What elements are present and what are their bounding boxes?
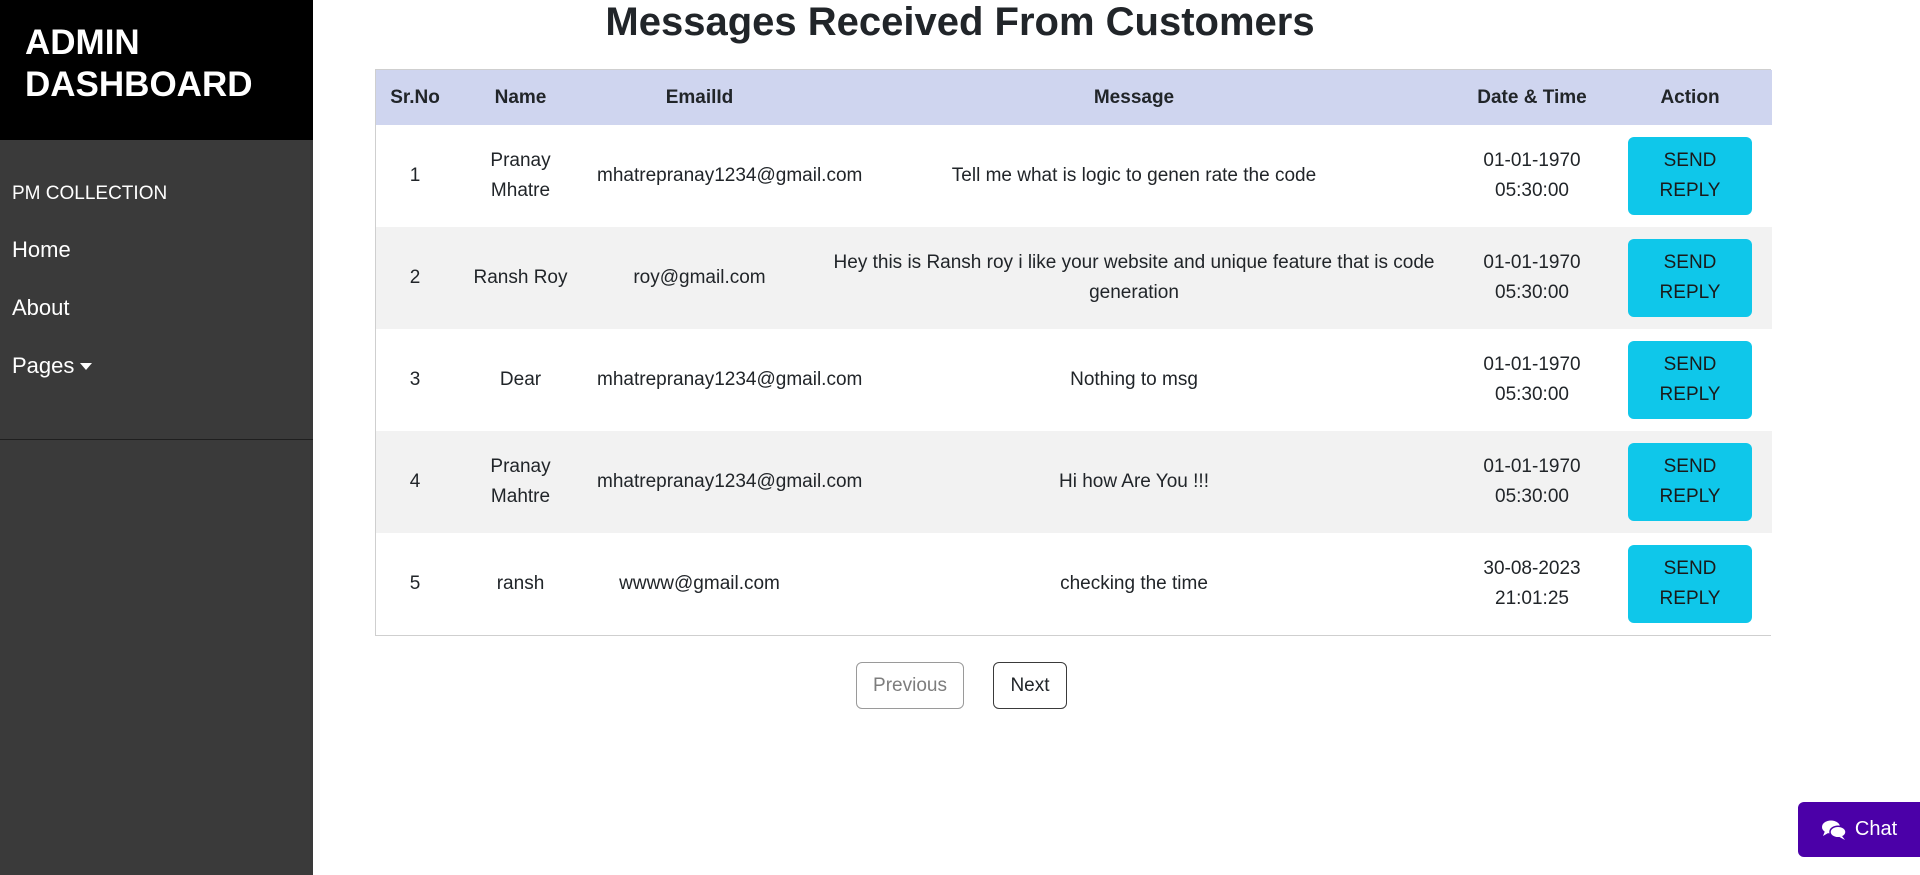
messages-table-container: Sr.No Name EmailId Message Date & Time A… bbox=[375, 69, 1772, 636]
sidebar: ADMIN DASHBOARD PM COLLECTION Home About… bbox=[0, 0, 313, 875]
send-reply-label-2: REPLY bbox=[1659, 282, 1721, 303]
send-reply-button[interactable]: SEND REPLY bbox=[1628, 137, 1752, 215]
cell-email: roy@gmail.com bbox=[633, 267, 766, 288]
cell-datetime: 30-08-2023 21:01:25 bbox=[1456, 533, 1608, 635]
chat-button[interactable]: Chat bbox=[1798, 802, 1920, 857]
column-header-datetime: Date & Time bbox=[1477, 86, 1587, 108]
main-content: Messages Received From Customers Sr.No N… bbox=[313, 0, 1920, 875]
cell-srno: 1 bbox=[409, 165, 421, 186]
chat-label: Chat bbox=[1854, 818, 1898, 840]
send-reply-button[interactable]: SEND REPLY bbox=[1628, 239, 1752, 317]
cell-time: 05:30:00 bbox=[1495, 486, 1569, 507]
cell-date: 01-01-1970 bbox=[1483, 456, 1581, 477]
sidebar-item-label: Home bbox=[12, 237, 71, 262]
cell-time: 05:30:00 bbox=[1495, 282, 1569, 303]
send-reply-label-1: SEND bbox=[1663, 558, 1717, 579]
send-reply-button[interactable]: SEND REPLY bbox=[1628, 341, 1752, 419]
send-reply-label-2: REPLY bbox=[1659, 486, 1721, 507]
cell-email: mhatrepranay1234@gmail.com bbox=[597, 165, 863, 186]
cell-message: checking the time bbox=[1060, 573, 1208, 594]
brand-line-2: DASHBOARD bbox=[25, 65, 253, 104]
cell-action: SEND REPLY bbox=[1608, 125, 1772, 227]
cell-message: Hey this is Ransh roy i like your websit… bbox=[833, 252, 1435, 303]
cell-message: Tell me what is logic to genen rate the … bbox=[951, 165, 1317, 186]
cell-name: Pranay Mhatre bbox=[490, 150, 551, 201]
send-reply-button[interactable]: SEND REPLY bbox=[1628, 545, 1752, 623]
send-reply-label-2: REPLY bbox=[1659, 180, 1721, 201]
cell-srno: 2 bbox=[409, 267, 421, 288]
send-reply-label-1: SEND bbox=[1663, 456, 1717, 477]
table-header-row: Sr.No Name EmailId Message Date & Time A… bbox=[376, 70, 1772, 125]
cell-datetime: 01-01-1970 05:30:00 bbox=[1456, 431, 1608, 533]
send-reply-label-1: SEND bbox=[1663, 252, 1717, 273]
cell-message: Hi how Are You !!! bbox=[1059, 471, 1209, 492]
cell-email: mhatrepranay1234@gmail.com bbox=[597, 471, 863, 492]
cell-action: SEND REPLY bbox=[1608, 227, 1772, 329]
cell-date: 01-01-1970 bbox=[1483, 150, 1581, 171]
comments-icon bbox=[1821, 819, 1847, 841]
cell-datetime: 01-01-1970 05:30:00 bbox=[1456, 125, 1608, 227]
sidebar-item-about[interactable]: About bbox=[12, 293, 313, 351]
cell-time: 05:30:00 bbox=[1495, 180, 1569, 201]
cell-srno: 4 bbox=[409, 471, 421, 492]
cell-message: Nothing to msg bbox=[1070, 369, 1198, 390]
table-row: 1 Pranay Mhatre mhatrepranay1234@gmail.c… bbox=[376, 125, 1772, 227]
cell-name: Ransh Roy bbox=[473, 267, 568, 288]
column-header-action: Action bbox=[1660, 86, 1720, 108]
send-reply-label-1: SEND bbox=[1663, 150, 1717, 171]
next-page-button[interactable]: Next bbox=[993, 662, 1067, 709]
sidebar-item-pages[interactable]: Pages bbox=[12, 351, 313, 409]
cell-name: ransh bbox=[496, 573, 545, 594]
cell-date: 01-01-1970 bbox=[1483, 252, 1581, 273]
previous-page-button[interactable]: Previous bbox=[856, 662, 964, 709]
sidebar-nav: PM COLLECTION Home About Pages bbox=[0, 140, 313, 440]
cell-time: 21:01:25 bbox=[1495, 588, 1569, 609]
page-title: Messages Received From Customers bbox=[605, 0, 1315, 44]
messages-table: Sr.No Name EmailId Message Date & Time A… bbox=[376, 70, 1772, 635]
brand-line-1: ADMIN bbox=[25, 23, 140, 62]
sidebar-item-label: Pages bbox=[12, 353, 75, 378]
table-row: 5 ransh wwww@gmail.com checking the time… bbox=[376, 533, 1772, 635]
table-row: 3 Dear mhatrepranay1234@gmail.com Nothin… bbox=[376, 329, 1772, 431]
column-header-name: Name bbox=[494, 86, 547, 108]
brand[interactable]: ADMIN DASHBOARD bbox=[0, 0, 313, 140]
sidebar-item-label: About bbox=[12, 295, 70, 320]
cell-name: Pranay Mahtre bbox=[490, 456, 551, 507]
cell-srno: 3 bbox=[409, 369, 421, 390]
cell-date: 01-01-1970 bbox=[1483, 354, 1581, 375]
table-row: 2 Ransh Roy roy@gmail.com Hey this is Ra… bbox=[376, 227, 1772, 329]
cell-datetime: 01-01-1970 05:30:00 bbox=[1456, 227, 1608, 329]
send-reply-label-2: REPLY bbox=[1659, 588, 1721, 609]
send-reply-button[interactable]: SEND REPLY bbox=[1628, 443, 1752, 521]
cell-action: SEND REPLY bbox=[1608, 329, 1772, 431]
cell-srno: 5 bbox=[409, 573, 421, 594]
sidebar-collection-label: PM COLLECTION bbox=[12, 183, 168, 204]
sidebar-item-home[interactable]: Home bbox=[12, 235, 313, 293]
send-reply-label-2: REPLY bbox=[1659, 384, 1721, 405]
cell-time: 05:30:00 bbox=[1495, 384, 1569, 405]
cell-email: wwww@gmail.com bbox=[619, 573, 780, 594]
send-reply-label-1: SEND bbox=[1663, 354, 1717, 375]
cell-name: Dear bbox=[499, 369, 542, 390]
column-header-email: EmailId bbox=[665, 86, 734, 108]
column-header-message: Message bbox=[1093, 86, 1175, 108]
cell-datetime: 01-01-1970 05:30:00 bbox=[1456, 329, 1608, 431]
cell-email: mhatrepranay1234@gmail.com bbox=[597, 369, 863, 390]
table-row: 4 Pranay Mahtre mhatrepranay1234@gmail.c… bbox=[376, 431, 1772, 533]
cell-action: SEND REPLY bbox=[1608, 533, 1772, 635]
cell-date: 30-08-2023 bbox=[1483, 558, 1581, 579]
column-header-srno: Sr.No bbox=[390, 86, 440, 108]
caret-down-icon bbox=[80, 363, 93, 370]
cell-action: SEND REPLY bbox=[1608, 431, 1772, 533]
